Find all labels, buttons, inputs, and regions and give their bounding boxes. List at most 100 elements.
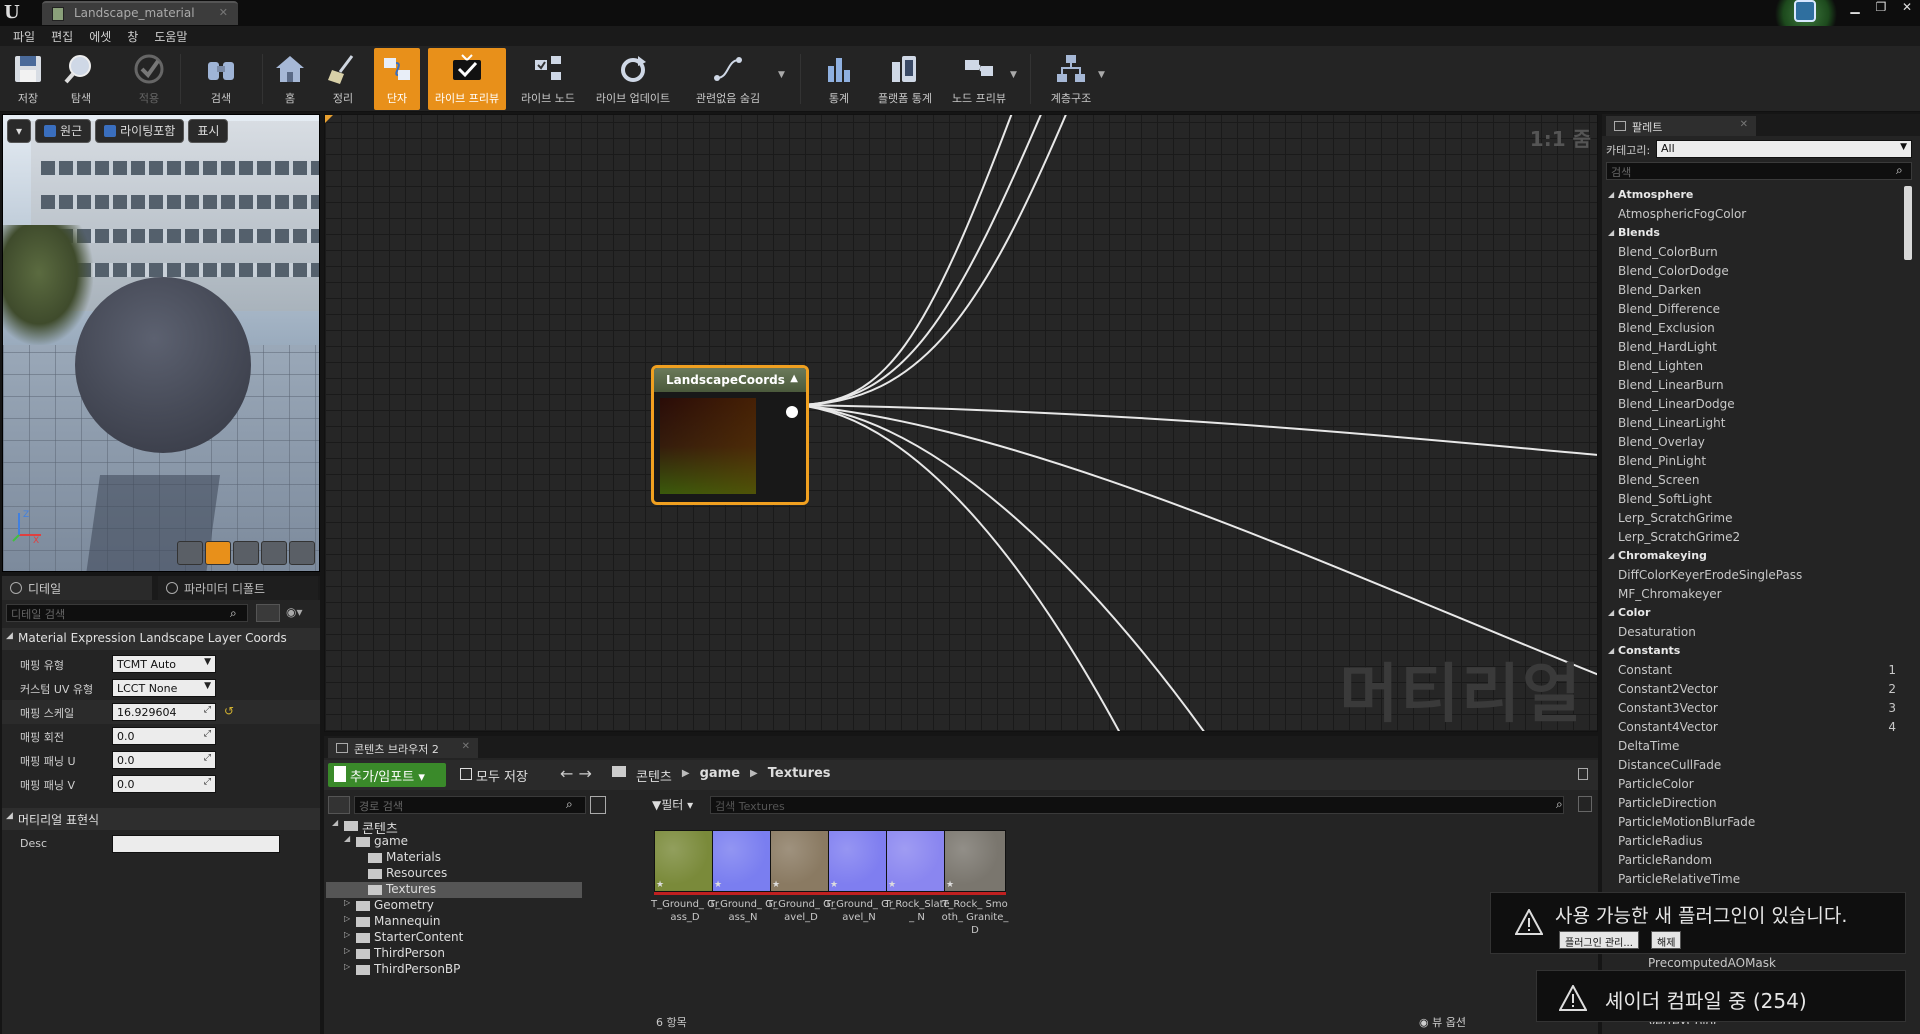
list-item[interactable]: ParticleRelativeTime — [1602, 870, 1902, 889]
expand-arrow-icon[interactable]: ◢ — [344, 834, 350, 843]
list-item[interactable]: Blend_Exclusion — [1602, 319, 1902, 338]
star-icon[interactable]: ★ — [772, 880, 780, 890]
hierarchy-button[interactable]: 계층구조 — [1044, 48, 1098, 110]
view-options-button[interactable]: ◉ 뷰 옵션 — [1419, 1014, 1466, 1030]
list-item[interactable]: Blend_ColorDodge — [1602, 262, 1902, 281]
save-all-button[interactable]: 모두 저장 — [460, 766, 528, 785]
star-icon[interactable]: ★ — [656, 880, 664, 890]
list-item[interactable]: ParticleMotionBlurFade — [1602, 813, 1902, 832]
tab-details[interactable]: 디테일 — [2, 576, 152, 600]
search-button[interactable]: 검색 — [196, 48, 246, 110]
breadcrumb-game[interactable]: game — [700, 766, 740, 785]
list-item[interactable]: Blend_SoftLight — [1602, 490, 1902, 509]
minimize-button[interactable]: ▁ — [1842, 0, 1868, 14]
list-item[interactable]: Blend_PinLight — [1602, 452, 1902, 471]
star-icon[interactable]: ★ — [714, 880, 722, 890]
list-item[interactable]: Constant2Vector 2 — [1602, 680, 1902, 699]
platform-stats-button[interactable]: 플랫폼 통계 — [870, 48, 940, 110]
menu-file[interactable]: 파일 — [8, 26, 42, 46]
breadcrumb-textures[interactable]: Textures — [768, 766, 831, 785]
landscape-coords-node[interactable]: LandscapeCoords ▲ — [651, 365, 809, 505]
tree-item[interactable]: ▷ Mannequin — [326, 914, 582, 930]
custom-uv-type-combo[interactable]: LCCT None ▼ — [112, 679, 216, 697]
show-button[interactable]: 표시 — [188, 119, 229, 143]
maximize-button[interactable]: ❐ — [1868, 0, 1894, 14]
list-item[interactable]: Blend_Difference — [1602, 300, 1902, 319]
collapse-arrow-icon[interactable]: ▷ — [344, 962, 350, 971]
category-select[interactable]: All ▼ — [1656, 140, 1912, 158]
star-icon[interactable]: ★ — [888, 880, 896, 890]
live-preview-button[interactable]: 라이브 프리뷰 — [428, 48, 506, 110]
tab-parameter-defaults[interactable]: 파라미터 디폴트 — [158, 576, 318, 600]
add-import-button[interactable]: 추가/임포트 ▾ — [328, 763, 446, 787]
collapse-arrow-icon[interactable]: ▷ — [344, 898, 350, 907]
document-tab[interactable]: Landscape_material ✕ — [42, 1, 238, 25]
tree-item[interactable]: ▷ Geometry — [326, 898, 582, 914]
palette-category[interactable]: ◢ Blends — [1602, 224, 1902, 243]
palette-category[interactable]: ◢ Atmosphere — [1602, 186, 1902, 205]
menu-asset[interactable]: 에셋 — [84, 26, 118, 46]
cylinder-shape-button[interactable] — [177, 541, 203, 565]
menu-edit[interactable]: 편집 — [46, 26, 80, 46]
live-update-button[interactable]: 라이브 업데이트 — [590, 48, 676, 110]
close-icon[interactable]: ✕ — [219, 6, 228, 19]
tree-item[interactable]: ▷ ThirdPerson — [326, 946, 582, 962]
filter-button[interactable]: ▼필터 ▾ — [652, 796, 700, 814]
list-item[interactable]: ParticleDirection — [1602, 794, 1902, 813]
details-search-input[interactable]: 디테일 검색 — [6, 604, 248, 622]
reset-to-default-icon[interactable]: ↺ — [224, 704, 234, 718]
mapping-type-combo[interactable]: TCMT Auto ▼ — [112, 655, 216, 673]
list-item[interactable]: Constant4Vector 4 — [1602, 718, 1902, 737]
list-item[interactable]: Desaturation — [1602, 623, 1902, 642]
collapse-arrow-icon[interactable]: ▷ — [344, 946, 350, 955]
tree-item[interactable]: Resources — [326, 866, 582, 882]
list-item[interactable]: Constant3Vector 3 — [1602, 699, 1902, 718]
view-options-icon[interactable]: ◉▾ — [286, 605, 303, 619]
property-matrix-button[interactable] — [256, 604, 280, 622]
list-item[interactable]: Lerp_ScratchGrime — [1602, 509, 1902, 528]
apply-button[interactable]: 적용 — [126, 48, 172, 110]
expand-arrow-icon[interactable]: ◢ — [332, 818, 338, 827]
plane-shape-button[interactable] — [233, 541, 259, 565]
close-icon[interactable]: ✕ — [462, 741, 470, 752]
lighting-button[interactable]: 라이팅포함 — [95, 119, 185, 143]
mapping-pan-u-input[interactable]: 0.0 ⤢ — [112, 751, 216, 769]
asset-search-input[interactable]: 검색 Textures — [710, 796, 1564, 814]
mapping-rotation-input[interactable]: 0.0 ⤢ — [112, 727, 216, 745]
home-button[interactable]: 홈 — [270, 48, 310, 110]
forward-arrow-icon[interactable]: → — [579, 764, 592, 783]
list-item[interactable]: AtmosphericFogColor — [1602, 205, 1902, 224]
mapping-pan-v-input[interactable]: 0.0 ⤢ — [112, 775, 216, 793]
list-item[interactable]: Blend_Overlay — [1602, 433, 1902, 452]
tree-item[interactable]: ▷ ThirdPersonBP — [326, 962, 582, 978]
tree-item[interactable]: ◢ game — [326, 834, 582, 850]
custom-mesh-button[interactable] — [289, 541, 315, 565]
stats-button[interactable]: 통계 — [818, 48, 860, 110]
palette-scrollbar[interactable] — [1904, 186, 1912, 260]
list-item[interactable]: Blend_Screen — [1602, 471, 1902, 490]
category-layer-coords[interactable]: ◢ Material Expression Landscape Layer Coo… — [2, 628, 320, 650]
tab-content-browser[interactable]: 콘텐츠 브라우저 2 ✕ — [328, 738, 478, 758]
dismiss-button[interactable]: 해제 — [1651, 931, 1682, 949]
viewport-options-button[interactable]: ▾ — [7, 119, 32, 143]
chevron-down-icon[interactable]: ▼ — [778, 70, 785, 80]
mapping-scale-input[interactable]: 16.929604 ⤢ — [112, 703, 216, 721]
list-item[interactable]: Lerp_ScratchGrime2 — [1602, 528, 1902, 547]
list-item[interactable]: Blend_HardLight — [1602, 338, 1902, 357]
output-pin[interactable] — [786, 406, 798, 418]
menu-help[interactable]: 도움말 — [149, 26, 194, 46]
perspective-button[interactable]: 원근 — [35, 119, 92, 143]
back-arrow-icon[interactable]: ← — [560, 764, 573, 783]
cube-shape-button[interactable] — [261, 541, 287, 565]
tree-item[interactable]: Materials — [326, 850, 582, 866]
list-item[interactable]: ParticleRadius — [1602, 832, 1902, 851]
collapse-arrow-icon[interactable]: ▷ — [344, 930, 350, 939]
path-search-input[interactable]: 경로 검색 — [354, 796, 586, 814]
collapse-arrow-icon[interactable]: ▲ — [790, 373, 798, 384]
tree-item[interactable]: ▷ StarterContent — [326, 930, 582, 946]
palette-category[interactable]: ◢ Constants — [1602, 642, 1902, 661]
list-item[interactable]: Blend_Lighten — [1602, 357, 1902, 376]
list-item[interactable]: DistanceCullFade — [1602, 756, 1902, 775]
close-icon[interactable]: ✕ — [1740, 119, 1748, 130]
tab-palette[interactable]: 팔레트 ✕ — [1606, 116, 1756, 136]
